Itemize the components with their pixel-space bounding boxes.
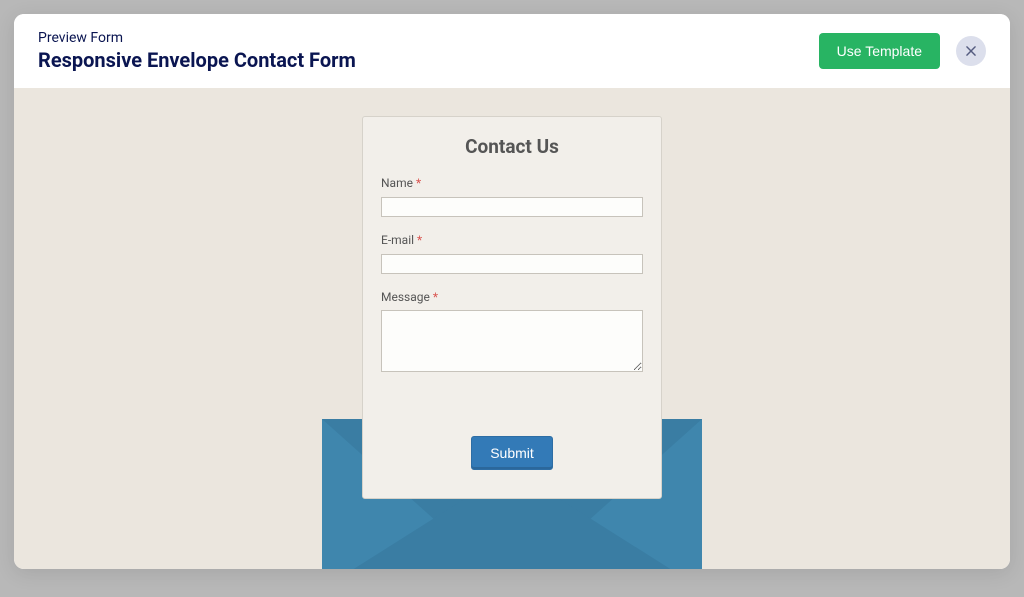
page-title: Responsive Envelope Contact Form <box>38 48 356 72</box>
name-label: Name * <box>381 176 643 190</box>
contact-form-card: Contact Us Name * E-mail * Message * <box>362 116 662 499</box>
message-textarea[interactable] <box>381 310 643 372</box>
submit-button[interactable]: Submit <box>471 436 553 470</box>
required-mark: * <box>416 176 421 190</box>
close-icon <box>964 44 978 58</box>
modal-body: Contact Us Name * E-mail * Message * <box>14 88 1010 569</box>
form-title: Contact Us <box>381 135 643 158</box>
email-label-text: E-mail <box>381 233 414 247</box>
pre-title: Preview Form <box>38 30 356 46</box>
email-label: E-mail * <box>381 233 643 247</box>
header-left: Preview Form Responsive Envelope Contact… <box>38 30 356 72</box>
name-label-text: Name <box>381 176 413 190</box>
form-group-email: E-mail * <box>381 233 643 274</box>
modal-header: Preview Form Responsive Envelope Contact… <box>14 14 1010 88</box>
use-template-button[interactable]: Use Template <box>819 33 940 69</box>
name-input[interactable] <box>381 197 643 217</box>
message-label: Message * <box>381 290 643 304</box>
required-mark: * <box>417 233 422 247</box>
email-input[interactable] <box>381 254 643 274</box>
message-label-text: Message <box>381 290 430 304</box>
form-group-name: Name * <box>381 176 643 217</box>
required-mark: * <box>433 290 438 304</box>
close-button[interactable] <box>956 36 986 66</box>
form-group-message: Message * <box>381 290 643 376</box>
header-right: Use Template <box>819 33 986 69</box>
preview-modal: Preview Form Responsive Envelope Contact… <box>14 14 1010 569</box>
